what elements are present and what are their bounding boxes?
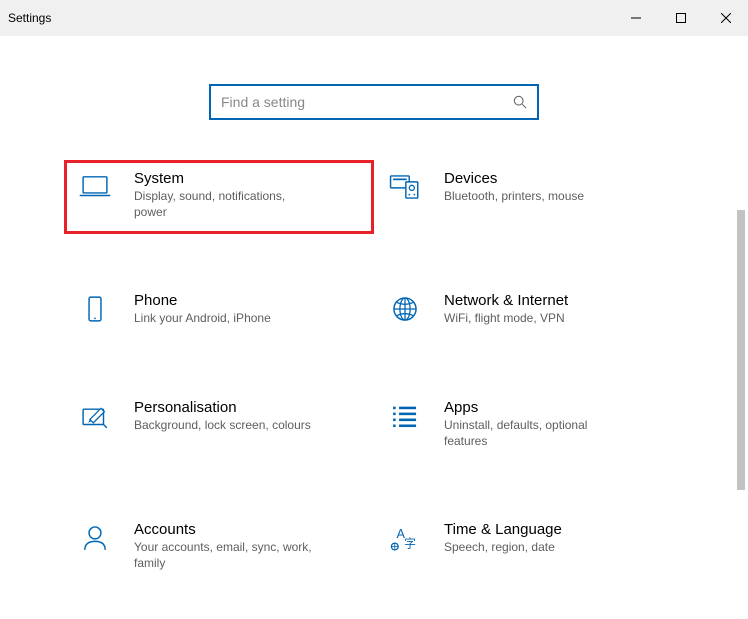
paint-icon	[78, 401, 112, 431]
list-icon	[388, 401, 422, 431]
settings-grid: System Display, sound, notifications, po…	[64, 160, 684, 585]
tile-system[interactable]: System Display, sound, notifications, po…	[64, 160, 374, 234]
tile-title: Devices	[444, 170, 666, 187]
svg-text:字: 字	[404, 536, 416, 550]
search-box[interactable]	[209, 84, 539, 120]
tile-text: Accounts Your accounts, email, sync, wor…	[134, 521, 356, 571]
tile-text: Personalisation Background, lock screen,…	[134, 399, 356, 433]
tile-title: Accounts	[134, 521, 356, 538]
tile-accounts[interactable]: Accounts Your accounts, email, sync, wor…	[64, 511, 374, 585]
window-controls	[613, 0, 748, 36]
tile-title: Network & Internet	[444, 292, 666, 309]
tile-personalisation[interactable]: Personalisation Background, lock screen,…	[64, 389, 374, 463]
search-icon	[513, 95, 527, 109]
scrollbar[interactable]	[732, 210, 748, 610]
tile-text: Devices Bluetooth, printers, mouse	[444, 170, 666, 204]
minimize-icon	[631, 13, 641, 23]
tile-text: Network & Internet WiFi, flight mode, VP…	[444, 292, 666, 326]
tile-text: Apps Uninstall, defaults, optional featu…	[444, 399, 666, 449]
devices-icon	[388, 172, 422, 202]
tile-network[interactable]: Network & Internet WiFi, flight mode, VP…	[374, 282, 684, 340]
tile-desc: Speech, region, date	[444, 539, 624, 555]
tile-title: Time & Language	[444, 521, 666, 538]
scrollbar-thumb[interactable]	[737, 210, 745, 490]
tile-desc: Link your Android, iPhone	[134, 310, 314, 326]
titlebar: Settings	[0, 0, 748, 36]
search-input[interactable]	[221, 94, 513, 110]
tile-title: Personalisation	[134, 399, 356, 416]
tile-desc: Background, lock screen, colours	[134, 417, 314, 433]
tile-text: System Display, sound, notifications, po…	[134, 170, 356, 220]
window-title: Settings	[8, 11, 51, 25]
globe-icon	[388, 294, 422, 324]
language-icon: A 字	[388, 523, 422, 553]
tile-desc: Bluetooth, printers, mouse	[444, 188, 624, 204]
tile-apps[interactable]: Apps Uninstall, defaults, optional featu…	[374, 389, 684, 463]
tile-title: Apps	[444, 399, 666, 416]
client-area: System Display, sound, notifications, po…	[0, 84, 748, 619]
maximize-button[interactable]	[658, 0, 703, 36]
tile-devices[interactable]: Devices Bluetooth, printers, mouse	[374, 160, 684, 234]
tile-desc: Your accounts, email, sync, work, family	[134, 539, 314, 571]
close-icon	[721, 13, 731, 23]
tile-title: Phone	[134, 292, 356, 309]
tile-desc: WiFi, flight mode, VPN	[444, 310, 624, 326]
tile-text: Phone Link your Android, iPhone	[134, 292, 356, 326]
laptop-icon	[78, 172, 112, 202]
tile-text: Time & Language Speech, region, date	[444, 521, 666, 555]
close-button[interactable]	[703, 0, 748, 36]
tile-time-language[interactable]: A 字 Time & Language Speech, region, date	[374, 511, 684, 585]
person-icon	[78, 523, 112, 553]
maximize-icon	[676, 13, 686, 23]
tile-desc: Display, sound, notifications, power	[134, 188, 314, 220]
tile-title: System	[134, 170, 356, 187]
search-container	[0, 84, 748, 120]
phone-icon	[78, 294, 112, 324]
tile-phone[interactable]: Phone Link your Android, iPhone	[64, 282, 374, 340]
minimize-button[interactable]	[613, 0, 658, 36]
tile-desc: Uninstall, defaults, optional features	[444, 417, 624, 449]
